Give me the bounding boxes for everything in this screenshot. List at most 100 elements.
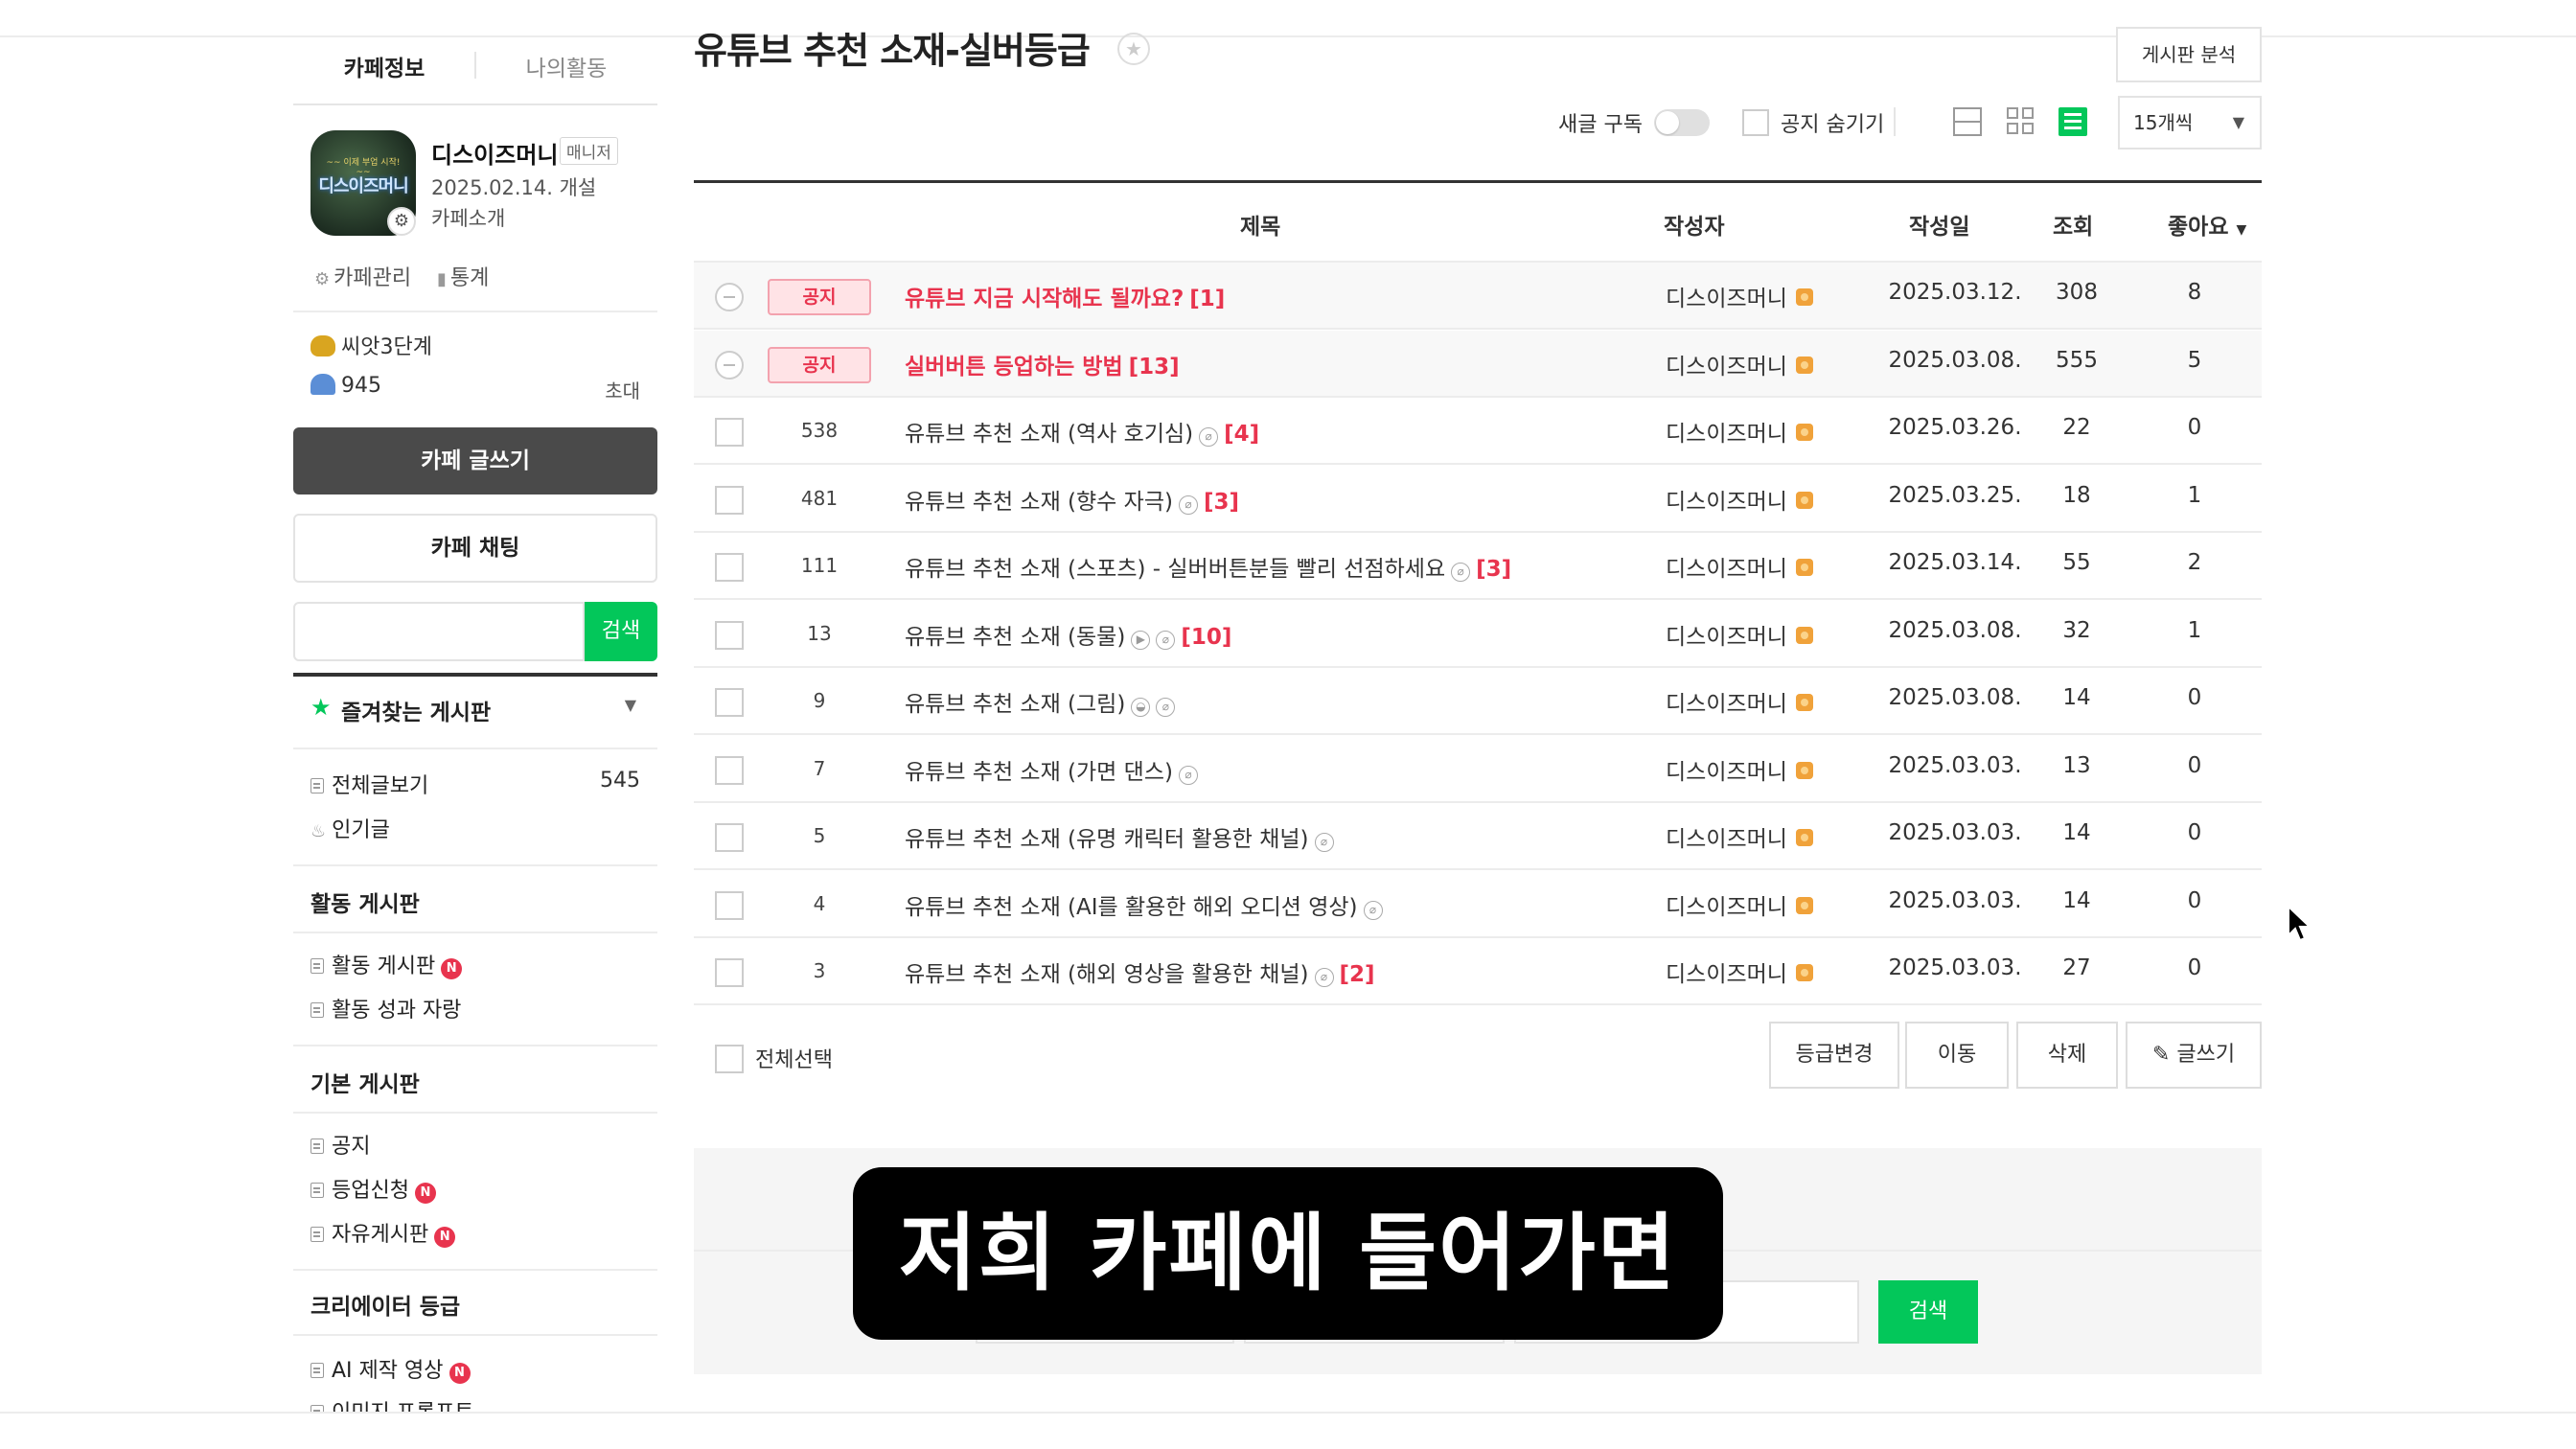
post-author[interactable]: 디스이즈머니	[1666, 955, 1857, 988]
collapse-notice-icon[interactable]	[715, 350, 744, 380]
post-title-link[interactable]: 유튜브 추천 소재 (해외 영상을 활용한 채널) ⌀ [2]	[905, 955, 1375, 988]
author-name: 디스이즈머니	[1666, 557, 1787, 582]
menu-ai-video[interactable]: AI 제작 영상 N	[310, 1353, 471, 1384]
menu-activity-brag[interactable]: 활동 성과 자랑	[310, 993, 461, 1024]
collapse-notice-icon[interactable]	[715, 283, 744, 311]
delete-button[interactable]: 삭제	[2016, 1022, 2118, 1089]
menu-free-board[interactable]: 자유게시판 N	[310, 1217, 456, 1248]
text-view-icon[interactable]	[2058, 107, 2087, 136]
post-title-link[interactable]: 유튜브 추천 소재 (역사 호기심) ⌀ [4]	[905, 415, 1259, 448]
sidebar-search-input[interactable]	[293, 602, 585, 661]
post-title-link[interactable]: 유튜브 추천 소재 (AI를 활용한 해외 오디션 영상) ⌀	[905, 888, 1383, 921]
cafe-name[interactable]: 디스이즈머니	[431, 136, 558, 170]
menu-activity-board[interactable]: 활동 게시판 N	[310, 949, 463, 979]
list-view-icon[interactable]	[1953, 107, 1982, 136]
post-author[interactable]: 디스이즈머니	[1666, 753, 1857, 786]
tab-my-activity[interactable]: 나의활동	[475, 50, 657, 82]
all-posts-count: 545	[600, 769, 640, 793]
comment-count[interactable]: [13]	[1129, 355, 1180, 380]
seed-icon	[310, 335, 335, 356]
hide-notice-checkbox[interactable]	[1742, 109, 1769, 136]
cafe-intro-link[interactable]: 카페소개	[431, 203, 505, 232]
row-checkbox[interactable]	[715, 755, 744, 785]
grid-view-icon[interactable]	[2007, 107, 2036, 136]
post-date: 2025.03.03.	[1888, 820, 2022, 845]
menu-notice[interactable]: 공지	[310, 1129, 370, 1160]
menu-label: AI 제작 영상	[332, 1359, 444, 1383]
members-icon	[310, 374, 335, 395]
favorites-header[interactable]: ★ 즐겨찾는 게시판 ▼	[293, 673, 657, 746]
row-checkbox[interactable]	[715, 485, 744, 515]
menu-all-posts[interactable]: 전체글보기	[310, 769, 428, 799]
divider	[293, 1112, 657, 1114]
post-author[interactable]: 디스이즈머니	[1666, 618, 1857, 651]
gear-icon: ⚙	[314, 269, 331, 289]
move-button[interactable]: 이동	[1905, 1022, 2009, 1089]
post-author[interactable]: 디스이즈머니	[1666, 483, 1857, 516]
post-title-link[interactable]: 유튜브 추천 소재 (스포츠) - 실버버튼분들 빨리 선점하세요 ⌀ [3]	[905, 550, 1511, 583]
hide-notice-label[interactable]: 공지 숨기기	[1781, 107, 1884, 138]
post-title-link[interactable]: 유튜브 추천 소재 (그림) ◒ ⌀	[905, 685, 1176, 718]
chevron-down-icon[interactable]: ▼	[625, 696, 636, 714]
comment-count[interactable]: [4]	[1224, 422, 1259, 447]
per-page-select[interactable]: 15개씩 ▼	[2118, 96, 2262, 150]
menu-popular[interactable]: ♨ 인기글	[310, 813, 390, 843]
post-author[interactable]: 디스이즈머니	[1666, 280, 1857, 312]
select-all-checkbox[interactable]	[715, 1045, 744, 1073]
post-author[interactable]: 디스이즈머니	[1666, 550, 1857, 583]
invite-link[interactable]: 초대	[605, 376, 640, 403]
post-title-link[interactable]: 유튜브 추천 소재 (가면 댄스) ⌀	[905, 753, 1198, 786]
write-button[interactable]: ✎ 글쓰기	[2126, 1022, 2262, 1089]
comment-count[interactable]: [3]	[1476, 557, 1511, 582]
row-checkbox[interactable]	[715, 688, 744, 717]
section-creator-title: 크리에이터 등급	[310, 1295, 461, 1320]
gear-icon[interactable]: ⚙	[387, 207, 416, 236]
post-date: 2025.03.08.	[1888, 617, 2022, 643]
document-icon	[310, 1183, 324, 1198]
post-author[interactable]: 디스이즈머니	[1666, 685, 1857, 718]
post-title-link[interactable]: 유튜브 추천 소재 (유명 캐릭터 활용한 채널) ⌀	[905, 820, 1334, 853]
tab-cafe-info[interactable]: 카페정보	[293, 50, 475, 82]
sidebar-search-button[interactable]: 검색	[585, 602, 657, 661]
post-author[interactable]: 디스이즈머니	[1666, 820, 1857, 853]
comment-count[interactable]: [3]	[1204, 490, 1239, 515]
comment-count[interactable]: [10]	[1181, 625, 1231, 650]
board-search-button[interactable]: 검색	[1878, 1280, 1978, 1344]
change-grade-button[interactable]: 등급변경	[1769, 1022, 1899, 1089]
row-checkbox[interactable]	[715, 890, 744, 920]
post-title: 유튜브 추천 소재 (가면 댄스)	[905, 759, 1173, 785]
subscribe-toggle[interactable]	[1654, 109, 1710, 136]
cafe-write-button[interactable]: 카페 글쓰기	[293, 427, 657, 494]
post-author[interactable]: 디스이즈머니	[1666, 348, 1857, 380]
new-badge: N	[441, 958, 463, 979]
post-author[interactable]: 디스이즈머니	[1666, 888, 1857, 921]
document-icon	[310, 1363, 324, 1378]
cafe-chat-button[interactable]: 카페 채팅	[293, 514, 657, 583]
menu-grade-request[interactable]: 등업신청 N	[310, 1173, 436, 1204]
member-count[interactable]: 945	[310, 374, 381, 398]
table-header: 제목 작성자 작성일 조회 좋아요 ▼	[694, 180, 2262, 263]
post-title-link[interactable]: 실버버튼 등업하는 방법 [13]	[905, 348, 1180, 380]
row-checkbox[interactable]	[715, 958, 744, 987]
post-title-link[interactable]: 유튜브 추천 소재 (향수 자극) ⌀ [3]	[905, 483, 1239, 516]
comment-count[interactable]: [1]	[1189, 287, 1225, 311]
select-all-label[interactable]: 전체선택	[755, 1043, 833, 1073]
row-checkbox[interactable]	[715, 823, 744, 852]
stats-link[interactable]: ▮ 통계	[437, 261, 489, 291]
row-checkbox[interactable]	[715, 553, 744, 582]
row-checkbox[interactable]	[715, 418, 744, 447]
post-author[interactable]: 디스이즈머니	[1666, 415, 1857, 448]
attachment-icon: ⌀	[1178, 494, 1198, 515]
column-likes[interactable]: 좋아요 ▼	[2168, 208, 2246, 241]
post-title-link[interactable]: 유튜브 추천 소재 (동물) ▶ ⌀ [10]	[905, 618, 1231, 651]
row-checkbox[interactable]	[715, 620, 744, 650]
post-title-link[interactable]: 유튜브 지금 시작해도 될까요? [1]	[905, 280, 1225, 312]
star-icon[interactable]: ★	[1117, 33, 1150, 65]
per-page-value: 15개씩	[2133, 111, 2194, 134]
menu-image-prompt[interactable]: 이미지 프롬프트	[310, 1395, 474, 1412]
cafe-manage-link[interactable]: ⚙ 카페관리	[314, 261, 411, 291]
document-icon	[310, 1138, 324, 1154]
comment-count[interactable]: [2]	[1340, 962, 1375, 987]
manager-crown-icon	[1796, 761, 1814, 779]
board-analysis-button[interactable]: 게시판 분석	[2116, 27, 2262, 82]
